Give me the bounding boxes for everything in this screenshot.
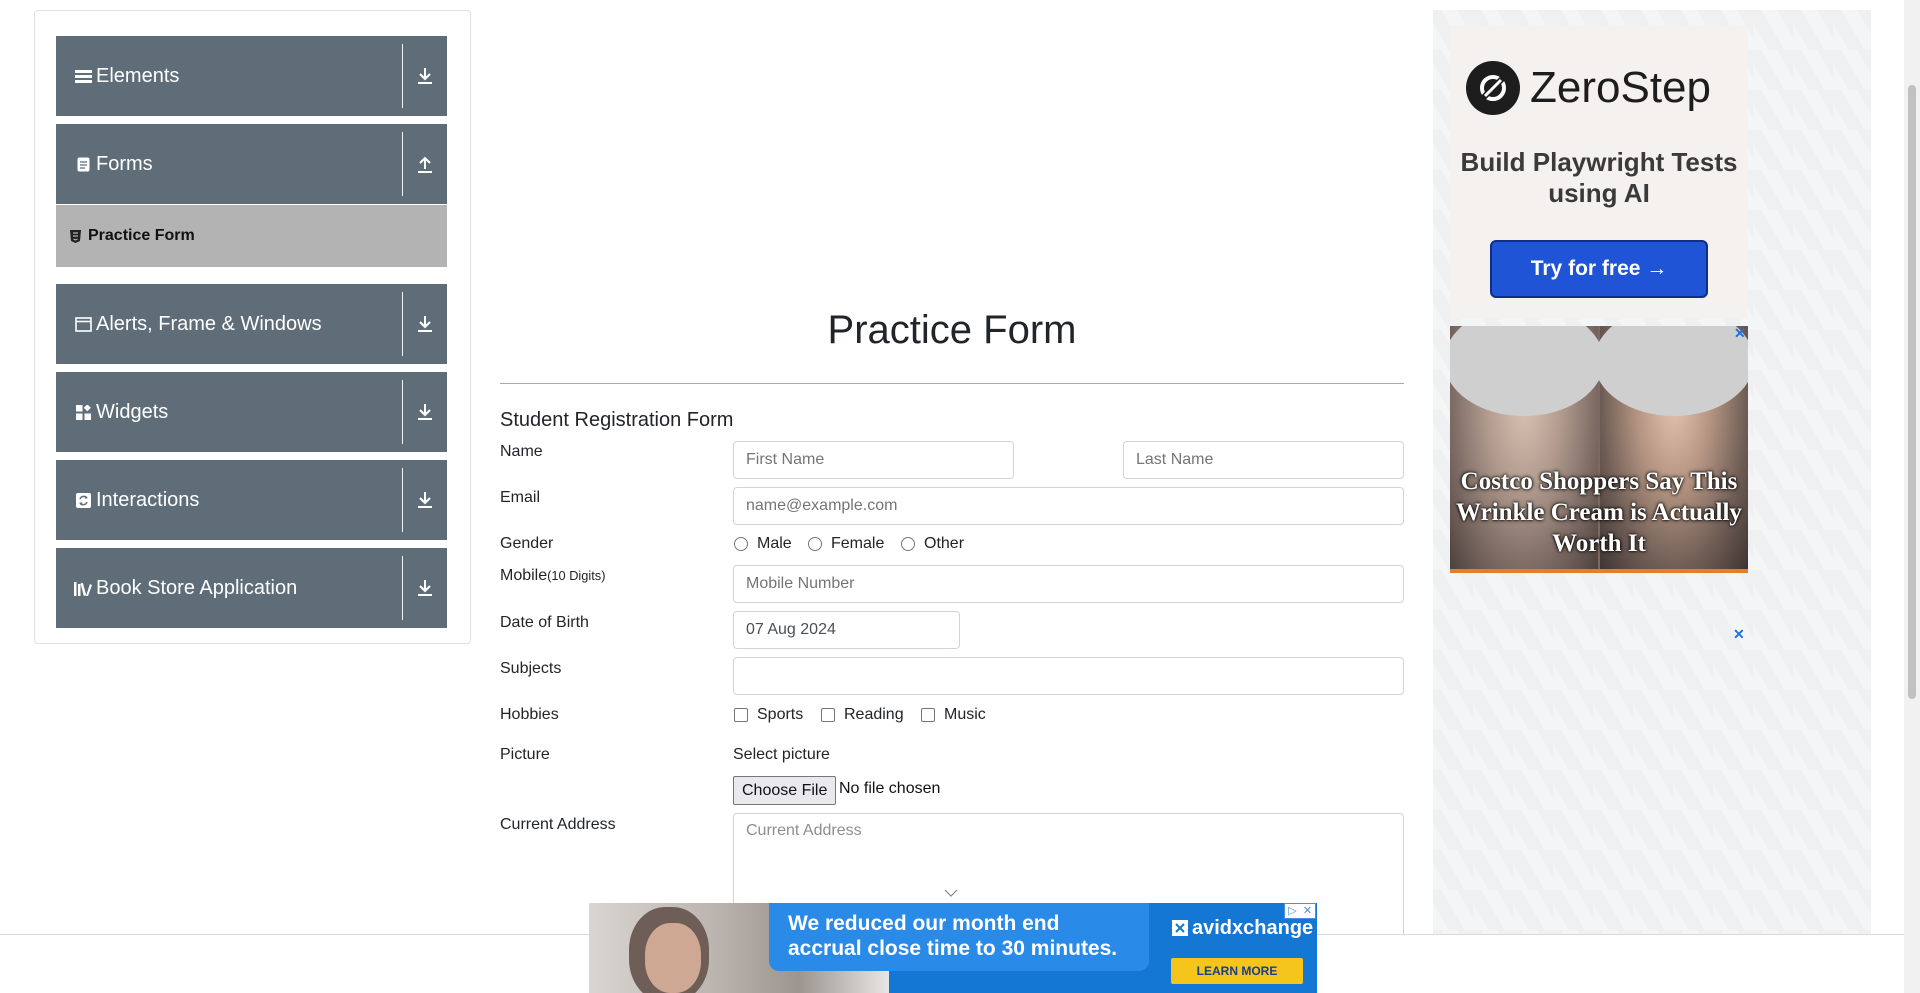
learn-more-button[interactable]: LEARN MORE <box>1171 958 1303 984</box>
sidebar-group-forms[interactable]: Forms <box>56 124 447 204</box>
last-name-input[interactable] <box>1123 441 1404 479</box>
checkbox-box[interactable] <box>734 708 748 722</box>
sidebar-group-widgets[interactable]: Widgets <box>56 372 447 452</box>
mobile-label-text: Mobile <box>500 567 548 584</box>
mobile-input[interactable] <box>733 565 1404 603</box>
avidxchange-logo-icon <box>1172 920 1188 936</box>
gender-radio-female[interactable]: Female <box>808 535 884 553</box>
sidebar-group-label: Elements <box>96 64 180 87</box>
refresh-icon <box>74 491 92 509</box>
ad-choices-icon[interactable]: ▷ <box>1285 904 1300 918</box>
window-icon <box>74 315 92 333</box>
zerostep-ad[interactable]: ZeroStep Build Playwright Tests using AI… <box>1450 25 1748 319</box>
gender-label: Gender <box>500 535 554 552</box>
email-label: Email <box>500 489 541 506</box>
sidebar-item-label: Practice Form <box>88 227 195 244</box>
zerostep-logo-icon <box>1466 61 1520 115</box>
divider <box>402 132 403 196</box>
vertical-scrollbar[interactable] <box>1904 0 1920 993</box>
radio-circle[interactable] <box>901 537 915 551</box>
checkbox-box[interactable] <box>821 708 835 722</box>
try-for-free-button[interactable]: Try for free → <box>1490 240 1708 298</box>
radio-circle[interactable] <box>734 537 748 551</box>
zerostep-tagline: Build Playwright Tests using AI <box>1460 147 1738 208</box>
picture-label: Picture <box>500 746 550 763</box>
close-icon[interactable]: ✕ <box>1734 326 1746 340</box>
hobby-checkbox-music[interactable]: Music <box>921 706 986 724</box>
divider <box>402 380 403 444</box>
divider <box>402 468 403 532</box>
close-icon[interactable]: ✕ <box>1733 627 1745 641</box>
date-of-birth-input[interactable]: 07 Aug 2024 <box>733 611 960 649</box>
scrollbar-thumb[interactable] <box>1908 85 1916 699</box>
download-arrow-icon[interactable] <box>403 284 447 364</box>
html5-icon <box>70 229 82 243</box>
form-title: Student Registration Form <box>500 409 734 431</box>
radio-circle[interactable] <box>808 537 822 551</box>
wrinkle-cream-ad[interactable]: Costco Shoppers Say This Wrinkle Cream i… <box>1450 326 1748 573</box>
hobby-checkbox-reading[interactable]: Reading <box>821 706 904 724</box>
download-arrow-icon[interactable] <box>403 460 447 540</box>
gender-radio-male[interactable]: Male <box>734 535 792 553</box>
ad-choices-close[interactable]: ▷ ✕ <box>1284 903 1316 919</box>
email-input[interactable] <box>733 487 1404 525</box>
close-icon[interactable]: ✕ <box>1300 904 1315 918</box>
mobile-hint: (10 Digits) <box>547 568 606 583</box>
divider <box>402 44 403 108</box>
checkbox-label: Music <box>944 706 986 723</box>
gender-radio-other[interactable]: Other <box>901 535 964 553</box>
upload-arrow-icon[interactable] <box>403 124 447 204</box>
title-divider <box>500 383 1404 384</box>
widgets-icon <box>74 403 92 421</box>
page-title: Practice Form <box>827 308 1077 352</box>
sidebar-group-label: Widgets <box>96 400 169 423</box>
select-picture-label: Select picture <box>733 746 830 763</box>
divider <box>402 556 403 620</box>
checkbox-label: Sports <box>757 706 804 723</box>
ad-accent-bar <box>1450 569 1748 573</box>
radio-label: Other <box>924 535 965 552</box>
choose-file-button[interactable]: Choose File <box>733 776 837 805</box>
sidebar-group-label: Interactions <box>96 488 200 511</box>
library-icon <box>74 579 92 597</box>
download-arrow-icon[interactable] <box>403 36 447 116</box>
sidebar-group-alerts[interactable]: Alerts, Frame & Windows <box>56 284 447 364</box>
avidxchange-ad[interactable]: We reduced our month end accrual close t… <box>589 903 1317 993</box>
subjects-input[interactable] <box>733 657 1404 695</box>
zerostep-brand: ZeroStep <box>1530 63 1711 112</box>
first-name-input[interactable] <box>733 441 1014 479</box>
download-arrow-icon[interactable] <box>403 548 447 628</box>
sidebar-group-label: Forms <box>96 152 153 175</box>
sidebar-group-label: Book Store Application <box>96 576 298 599</box>
ad-brand: avidxchange <box>1192 917 1314 939</box>
sidebar-group-elements[interactable]: Elements <box>56 36 447 116</box>
subjects-label: Subjects <box>500 660 562 677</box>
sidebar-group-label: Alerts, Frame & Windows <box>96 312 322 335</box>
sidebar: Elements Forms Practice Form Alerts, Fra… <box>34 10 471 644</box>
checkbox-box[interactable] <box>921 708 935 722</box>
hobbies-label: Hobbies <box>500 706 559 723</box>
divider <box>402 292 403 356</box>
download-arrow-icon[interactable] <box>403 372 447 452</box>
sidebar-group-interactions[interactable]: Interactions <box>56 460 447 540</box>
radio-label: Female <box>831 535 885 552</box>
mobile-label: Mobile(10 Digits) <box>500 567 605 585</box>
address-label: Current Address <box>500 816 616 833</box>
checkbox-label: Reading <box>844 706 904 723</box>
ad-headline: Costco Shoppers Say This Wrinkle Cream i… <box>1456 468 1742 557</box>
name-label: Name <box>500 443 543 460</box>
file-status: No file chosen <box>839 780 941 797</box>
ad-headline: We reduced our month end accrual close t… <box>788 912 1118 960</box>
document-icon <box>74 155 92 173</box>
radio-label: Male <box>757 535 792 552</box>
sidebar-group-book-store[interactable]: Book Store Application <box>56 548 447 628</box>
menu-icon <box>74 67 92 85</box>
chevron-down-icon <box>944 884 958 902</box>
sidebar-item-practice-form[interactable]: Practice Form <box>56 205 447 267</box>
hobby-checkbox-sports[interactable]: Sports <box>734 706 803 724</box>
dob-label: Date of Birth <box>500 614 589 631</box>
